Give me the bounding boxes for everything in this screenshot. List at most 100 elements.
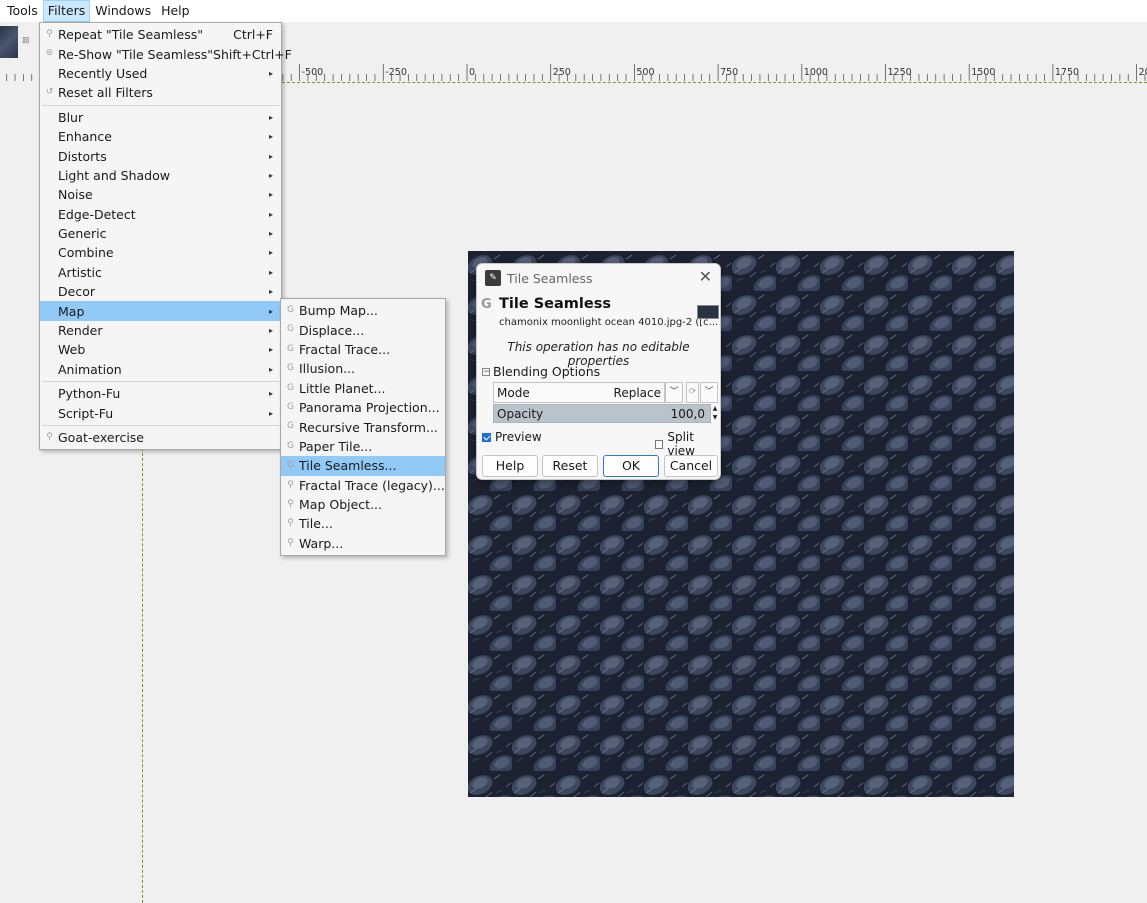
menu-item-web[interactable]: Web ▸ (40, 340, 281, 359)
image-thumbnail[interactable] (0, 26, 18, 58)
menu-item-label: Script-Fu (58, 405, 114, 421)
mode-combo[interactable]: Mode Replace (493, 382, 665, 403)
menu-item-decor[interactable]: Decor ▸ (40, 282, 281, 301)
menu-item-python-fu[interactable]: Python-Fu ▸ (40, 384, 281, 403)
cancel-button[interactable]: Cancel (664, 455, 718, 477)
menu-item-label: Panorama Projection... (299, 400, 440, 416)
menu-item-recursive-transform[interactable]: G Recursive Transform... (281, 417, 445, 436)
menu-item-enhance[interactable]: Enhance ▸ (40, 127, 281, 146)
menu-item-map[interactable]: Map ▸ (40, 301, 281, 321)
menu-item-label: Illusion... (299, 361, 356, 377)
menu-item-animation[interactable]: Animation ▸ (40, 360, 281, 379)
opacity-spinner[interactable]: ▲ ▼ (711, 404, 719, 423)
menu-item-render[interactable]: Render ▸ (40, 321, 281, 340)
filter-icon: G (287, 305, 294, 315)
menu-item-combine[interactable]: Combine ▸ (40, 243, 281, 262)
ruler-label: 20 (1139, 67, 1147, 78)
menu-item-tile-seamless[interactable]: G Tile Seamless... (281, 456, 445, 476)
map-submenu: G Bump Map... G Displace... G Fractal Trace..… (280, 298, 446, 557)
ok-button[interactable]: OK (603, 455, 659, 477)
menu-windows[interactable]: Windows (90, 0, 156, 22)
menu-item-distorts[interactable]: Distorts ▸ (40, 146, 281, 165)
menu-item-label: Map (58, 303, 85, 319)
menu-item-paper-tile[interactable]: G Paper Tile... (281, 437, 445, 456)
close-icon[interactable]: ⊠ (22, 36, 32, 46)
menu-help[interactable]: Help (156, 0, 195, 22)
image-tab[interactable]: ⊠ (0, 22, 40, 62)
menu-item-tile[interactable]: ⚲ Tile... (281, 514, 445, 533)
menubar: Tools Filters Windows Help (0, 0, 1147, 22)
filter-icon: G (287, 440, 294, 451)
dialog-subtitle: chamonix moonlight ocean 4010.jpg-2 ([c.… (499, 317, 719, 328)
chevron-down-icon[interactable]: ﹀ (700, 382, 718, 403)
submenu-arrow-icon: ▸ (268, 112, 273, 122)
menu-item-label: Enhance (58, 129, 112, 145)
menu-item-warp[interactable]: ⚲ Warp... (281, 534, 445, 553)
menu-tools[interactable]: Tools (2, 0, 43, 22)
preview-checkbox[interactable]: Preview (482, 430, 542, 444)
menu-item-edge-detect[interactable]: Edge-Detect ▸ (40, 205, 281, 224)
menu-item-label: Blur (58, 109, 84, 125)
menu-item-goat-exercise[interactable]: ⚲ Goat-exercise (40, 428, 281, 447)
menu-item-bump-map[interactable]: G Bump Map... (281, 301, 445, 320)
menu-separator (42, 424, 279, 426)
ruler-label: 0 (469, 67, 475, 78)
composite-icon[interactable]: ⟳ (686, 382, 699, 403)
ruler-label: 1750 (1055, 67, 1079, 78)
menu-separator (42, 381, 279, 383)
menu-item-map-object[interactable]: ⚲ Map Object... (281, 495, 445, 514)
menu-item-label: Render (58, 323, 103, 339)
split-view-checkbox[interactable]: Split view (655, 430, 720, 458)
menu-item-generic[interactable]: Generic ▸ (40, 224, 281, 243)
filter-icon: G (287, 343, 294, 354)
chevron-down-icon[interactable]: ﹀ (665, 382, 683, 403)
menu-item-label: Animation (58, 361, 122, 377)
filter-icon: G (287, 401, 294, 412)
menu-item-reset-all[interactable]: ↺ Reset all Filters (40, 83, 281, 102)
script-list: Python-Fu ▸ Script-Fu ▸ (40, 384, 281, 423)
menu-item-label: Recursive Transform... (299, 419, 438, 435)
menu-item-noise[interactable]: Noise ▸ (40, 185, 281, 204)
submenu-arrow-icon: ▸ (268, 267, 273, 277)
menu-item-reshow[interactable]: ⊚ Re-Show "Tile Seamless" Shift+Ctrl+F (40, 44, 292, 63)
ruler-label: 250 (553, 67, 571, 78)
menu-item-fractal-trace[interactable]: G Fractal Trace... (281, 340, 445, 359)
menu-item-panorama-projection[interactable]: G Panorama Projection... (281, 398, 445, 417)
submenu-arrow-icon: ▸ (268, 408, 273, 418)
menu-item-label: Web (58, 342, 86, 358)
menu-item-artistic[interactable]: Artistic ▸ (40, 263, 281, 282)
menu-filters[interactable]: Filters (42, 0, 91, 22)
submenu-arrow-icon: ▸ (268, 132, 273, 142)
menu-item-light-and-shadow[interactable]: Light and Shadow ▸ (40, 166, 281, 185)
opacity-slider[interactable]: Opacity 100,0 (493, 404, 711, 423)
menu-item-label: Fractal Trace (legacy)... (299, 477, 445, 493)
submenu-arrow-icon: ▸ (268, 170, 273, 180)
ruler-label: -250 (385, 67, 407, 78)
reset-button[interactable]: Reset (542, 455, 598, 477)
menu-item-displace[interactable]: G Displace... (281, 320, 445, 339)
menu-item-label: Edge-Detect (58, 206, 136, 222)
menu-item-label: Artistic (58, 264, 102, 280)
menu-item-script-fu[interactable]: Script-Fu ▸ (40, 403, 281, 422)
ruler-label: 500 (636, 67, 654, 78)
filter-icon: ⚲ (287, 518, 294, 529)
filter-icon: ⚲ (287, 537, 294, 548)
menu-item-illusion[interactable]: G Illusion... (281, 359, 445, 378)
submenu-arrow-icon: ▸ (268, 229, 273, 239)
close-icon[interactable]: ✕ (699, 269, 712, 285)
menu-item-fractal-trace-legacy[interactable]: ⚲ Fractal Trace (legacy)... (281, 476, 445, 495)
menu-item-label: Displace... (299, 322, 365, 338)
menu-item-repeat[interactable]: ⚲ Repeat "Tile Seamless" Ctrl+F (40, 25, 281, 44)
filter-icon: G (287, 421, 294, 432)
help-button[interactable]: Help (482, 455, 538, 477)
filter-icon: ⚲ (287, 479, 294, 490)
submenu-arrow-icon: ▸ (268, 364, 273, 374)
menu-item-little-planet[interactable]: G Little Planet... (281, 379, 445, 398)
menu-item-blur[interactable]: Blur ▸ (40, 108, 281, 127)
dialog-titlebar[interactable]: ✎ Tile Seamless (477, 264, 720, 292)
menu-item-recently-used[interactable]: Recently Used ▸ (40, 64, 281, 83)
blending-options-expander[interactable]: − Blending Options (482, 364, 600, 379)
mode-value: Replace (613, 385, 661, 400)
menu-item-label: Tile... (299, 516, 333, 532)
gimp-icon: ✎ (485, 270, 501, 286)
